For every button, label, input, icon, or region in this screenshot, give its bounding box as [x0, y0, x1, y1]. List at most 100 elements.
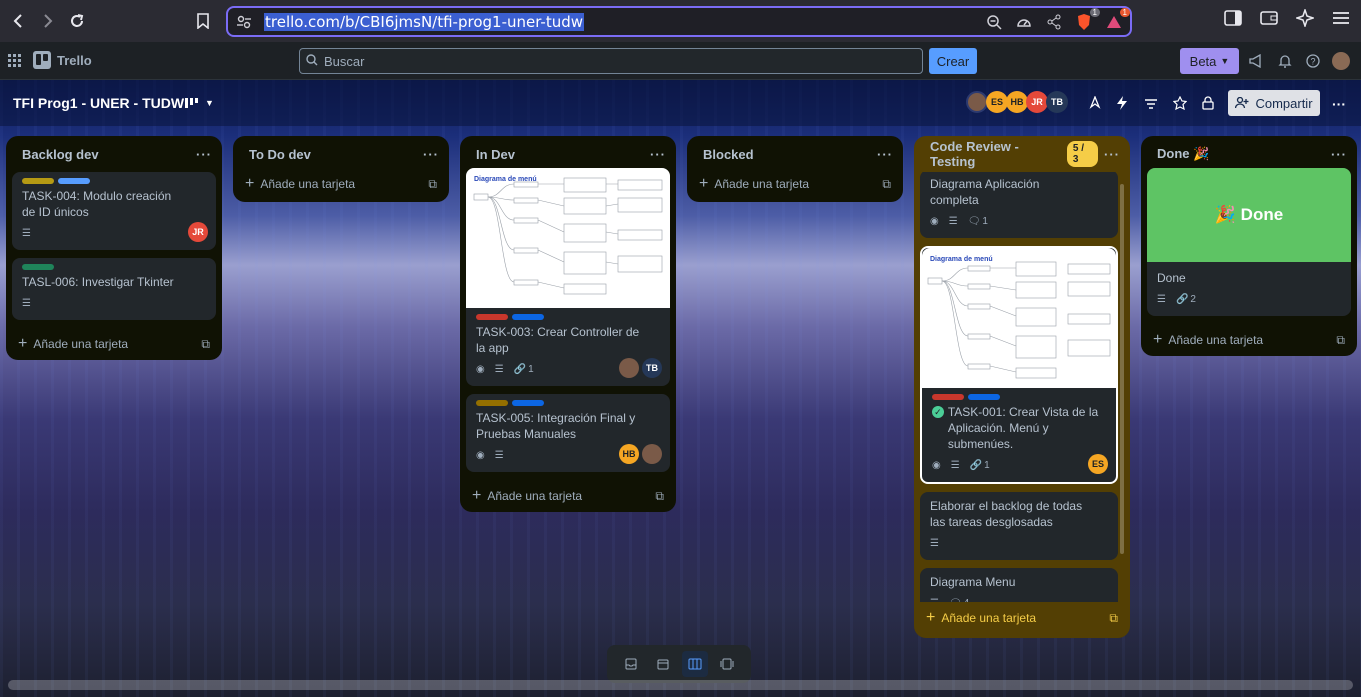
comment-icon: 🗨 1	[967, 216, 988, 227]
list-menu-icon[interactable]: ···	[1104, 147, 1120, 162]
inbox-icon[interactable]	[618, 651, 644, 677]
beta-button[interactable]: Beta ▼	[1180, 48, 1239, 74]
card-cover-done: 🎉 Done	[1147, 168, 1351, 262]
board-menu-icon[interactable]: ···	[1332, 96, 1346, 112]
list-title[interactable]: Backlog dev	[22, 147, 99, 162]
wallet-icon[interactable]	[1259, 8, 1279, 28]
view-switcher-bar	[607, 645, 751, 683]
board-title[interactable]: TFI Prog1 - UNER - TUDW	[13, 95, 184, 111]
avatar-jr[interactable]: JR	[1026, 91, 1048, 113]
avatar-tb[interactable]: TB	[642, 358, 662, 378]
card[interactable]: 🎉 Done Done ☰ 🔗 2	[1147, 168, 1351, 316]
list-title[interactable]: To Do dev	[249, 147, 311, 162]
avatar-photo[interactable]	[642, 444, 662, 464]
template-icon[interactable]: ⧉	[428, 177, 437, 192]
address-bar[interactable]: trello.com/b/CBI6jmsN/tfi-prog1-uner-tud…	[226, 6, 1132, 37]
board-view-icon[interactable]	[682, 651, 708, 677]
watch-icon: ◉	[930, 216, 939, 227]
add-card-button[interactable]: + Añade una tarjeta ⧉	[233, 168, 449, 200]
card-title: TASK-003: Crear Controller de la app	[476, 325, 640, 355]
avatar-jr[interactable]: JR	[188, 222, 208, 242]
automation-icon[interactable]	[1116, 96, 1128, 113]
attachment-count: 1	[984, 460, 990, 471]
switch-boards-icon[interactable]	[714, 651, 740, 677]
browser-toolbar: trello.com/b/CBI6jmsN/tfi-prog1-uner-tud…	[0, 0, 1361, 42]
avatar-hb[interactable]: HB	[619, 444, 639, 464]
add-card-button[interactable]: + Añade una tarjeta ⧉	[914, 602, 1130, 634]
template-icon[interactable]: ⧉	[1336, 333, 1345, 348]
add-card-button[interactable]: + Añade una tarjeta ⧉	[6, 328, 222, 360]
list-scrollbar[interactable]	[1120, 184, 1124, 554]
trello-logo[interactable]: Trello	[33, 51, 92, 69]
back-icon[interactable]	[4, 6, 34, 36]
list-menu-icon[interactable]: ···	[1331, 147, 1347, 162]
list-title[interactable]: In Dev	[476, 147, 515, 162]
url-text[interactable]: trello.com/b/CBI6jmsN/tfi-prog1-uner-tud…	[264, 12, 585, 31]
list-to-do-dev: To Do dev ··· + Añade una tarjeta ⧉	[233, 136, 449, 202]
card[interactable]: TASL-006: Investigar Tkinter ☰	[12, 258, 216, 320]
list-title[interactable]: Blocked	[703, 147, 754, 162]
sidebar-icon[interactable]	[1223, 8, 1243, 28]
plus-icon: +	[926, 609, 936, 626]
megaphone-icon[interactable]	[1249, 53, 1263, 71]
card[interactable]: TASK-005: Integración Final y Pruebas Ma…	[466, 394, 670, 472]
star-icon[interactable]	[1172, 95, 1188, 113]
forward-icon[interactable]	[32, 6, 62, 36]
list-title[interactable]: Code Review - Testing	[930, 139, 1067, 169]
lock-icon[interactable]	[1202, 96, 1214, 113]
menu-icon[interactable]	[1331, 8, 1351, 28]
avatar-photo[interactable]	[619, 358, 639, 378]
site-settings-icon[interactable]	[236, 14, 252, 33]
speed-icon[interactable]	[1014, 12, 1034, 32]
add-card-button[interactable]: + Añade una tarjeta ⧉	[687, 168, 903, 200]
card[interactable]: Diagrama de menú TASK-003: Crear Control…	[466, 168, 670, 386]
create-button[interactable]: Crear	[929, 48, 977, 74]
card-selected[interactable]: Diagrama de menú ✓ TASK-001: Crear Vista…	[920, 246, 1118, 484]
bell-icon[interactable]	[1278, 54, 1292, 71]
description-icon: ☰	[930, 538, 939, 549]
list-title[interactable]: Done 🎉	[1157, 146, 1209, 162]
card[interactable]: Elaborar el backlog de todas las tareas …	[920, 492, 1118, 560]
description-icon: ☰	[494, 364, 504, 375]
template-icon[interactable]: ⧉	[1109, 611, 1118, 626]
list-backlog-dev: Backlog dev ··· TASK-004: Modulo creació…	[6, 136, 222, 360]
avatar-es[interactable]: ES	[1088, 454, 1108, 474]
card[interactable]: TASK-004: Modulo creación de ID únicos ☰…	[12, 172, 216, 250]
avatar-es[interactable]: ES	[986, 91, 1008, 113]
list-menu-icon[interactable]: ···	[423, 147, 439, 162]
share-button[interactable]: Compartir	[1228, 90, 1320, 116]
app-switcher-icon[interactable]	[8, 54, 22, 71]
brave-shield-icon[interactable]: 1	[1074, 8, 1100, 32]
board-horizontal-scrollbar[interactable]	[8, 680, 1353, 690]
brave-badge: 1	[1089, 8, 1100, 17]
card-limit-badge: 5 / 3	[1066, 141, 1098, 167]
bookmark-icon[interactable]	[188, 6, 218, 36]
filter-icon[interactable]	[1144, 97, 1158, 113]
user-avatar[interactable]	[1332, 52, 1350, 70]
card[interactable]: Diagrama Aplicación completa ◉ ☰ 🗨 1	[920, 172, 1118, 238]
brave-rewards-icon[interactable]: 1	[1104, 8, 1130, 32]
calendar-icon[interactable]	[650, 651, 676, 677]
add-card-button[interactable]: + Añade una tarjeta ⧉	[1141, 324, 1357, 356]
share-icon[interactable]	[1044, 12, 1064, 32]
list-scroll-area[interactable]: Diagrama Aplicación completa ◉ ☰ 🗨 1 Diag…	[914, 172, 1130, 602]
help-icon[interactable]: ?	[1306, 54, 1320, 71]
add-card-button[interactable]: + Añade una tarjeta ⧉	[460, 480, 676, 512]
avatar-hb[interactable]: HB	[1006, 91, 1028, 113]
card[interactable]: Diagrama Menu ☰ 🗨4	[920, 568, 1118, 602]
power-ups-icon[interactable]	[1088, 95, 1102, 113]
list-menu-icon[interactable]: ···	[877, 147, 893, 162]
board-view-switcher[interactable]: ▼	[185, 97, 214, 109]
reload-icon[interactable]	[62, 6, 92, 36]
template-icon[interactable]: ⧉	[201, 337, 210, 352]
template-icon[interactable]: ⧉	[882, 177, 891, 192]
search-input[interactable]: Buscar	[299, 48, 923, 74]
template-icon[interactable]: ⧉	[655, 489, 664, 504]
avatar-photo[interactable]	[966, 91, 988, 113]
zoom-icon[interactable]	[984, 12, 1004, 32]
leo-ai-icon[interactable]	[1295, 8, 1315, 28]
list-menu-icon[interactable]: ···	[196, 147, 212, 162]
avatar-tb[interactable]: TB	[1046, 91, 1068, 113]
rewards-badge: 1	[1119, 8, 1130, 17]
list-menu-icon[interactable]: ···	[650, 147, 666, 162]
